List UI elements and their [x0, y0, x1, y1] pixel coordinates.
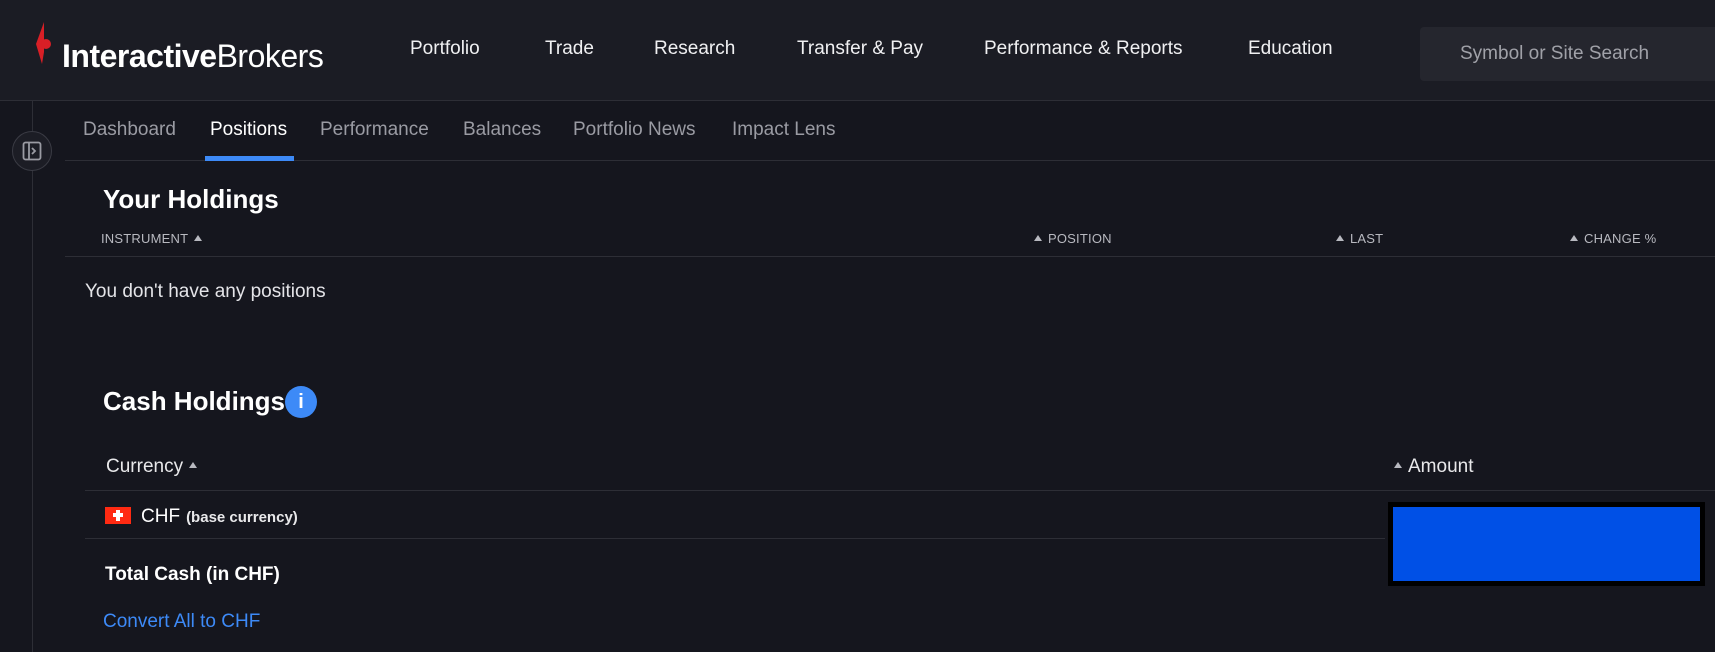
cash-row-divider — [85, 538, 1385, 539]
convert-all-link[interactable]: Convert All to CHF — [103, 611, 260, 633]
sort-asc-icon — [1570, 234, 1578, 241]
column-header-amount[interactable]: Amount — [1388, 456, 1473, 478]
nav-trade[interactable]: Trade — [545, 38, 594, 60]
brand-mark-icon — [36, 22, 51, 64]
column-header-position[interactable]: POSITION — [1028, 231, 1112, 246]
swiss-flag-icon — [105, 507, 131, 524]
last-label: LAST — [1350, 231, 1384, 246]
tab-positions[interactable]: Positions — [210, 119, 287, 141]
sort-asc-icon — [189, 461, 198, 468]
currency-label: Currency — [106, 456, 184, 477]
change-pct-label: CHANGE % — [1584, 231, 1657, 246]
cash-holdings-title: Cash Holdings — [103, 386, 286, 416]
amount-label: Amount — [1408, 456, 1474, 477]
top-navigation-bar: InteractiveBrokers Portfolio Trade Resea… — [0, 0, 1715, 101]
table-row: CHF (base currency) — [105, 505, 298, 528]
nav-performance-reports[interactable]: Performance & Reports — [984, 38, 1183, 60]
tab-balances[interactable]: Balances — [463, 119, 541, 141]
tab-impact-lens[interactable]: Impact Lens — [732, 119, 836, 141]
base-currency-note: (base currency) — [186, 509, 298, 526]
instrument-label: INSTRUMENT — [101, 231, 189, 246]
nav-education[interactable]: Education — [1248, 38, 1333, 60]
position-label: POSITION — [1048, 231, 1112, 246]
empty-positions-message: You don't have any positions — [85, 281, 326, 302]
portfolio-tabs: Dashboard Positions Performance Balances… — [65, 101, 1715, 161]
column-header-instrument[interactable]: INSTRUMENT — [101, 231, 208, 246]
total-cash-label: Total Cash (in CHF) — [105, 564, 280, 585]
tab-dashboard[interactable]: Dashboard — [83, 119, 176, 141]
site-search — [1420, 27, 1715, 81]
sort-asc-icon — [1336, 234, 1344, 241]
brand-wordmark: InteractiveBrokers — [62, 38, 324, 75]
brand-bold: Interactive — [62, 38, 217, 74]
panel-expand-icon — [22, 141, 42, 161]
nav-portfolio[interactable]: Portfolio — [410, 38, 480, 60]
info-icon[interactable]: i — [285, 386, 317, 418]
nav-transfer-pay[interactable]: Transfer & Pay — [797, 38, 923, 60]
left-rail-divider — [32, 101, 33, 652]
sort-asc-icon — [1394, 461, 1402, 468]
tab-performance[interactable]: Performance — [320, 119, 429, 141]
column-header-change-pct[interactable]: CHANGE % — [1564, 231, 1656, 246]
brand-light: Brokers — [216, 38, 324, 74]
nav-research[interactable]: Research — [654, 38, 735, 60]
sort-asc-icon — [194, 234, 203, 241]
sort-asc-icon — [1034, 234, 1042, 241]
column-header-last[interactable]: LAST — [1330, 231, 1383, 246]
tab-portfolio-news[interactable]: Portfolio News — [573, 119, 696, 141]
redacted-amount — [1388, 502, 1705, 586]
active-tab-indicator — [205, 156, 294, 161]
column-header-currency[interactable]: Currency — [106, 456, 203, 478]
search-input[interactable] — [1420, 27, 1715, 81]
currency-code: CHF — [141, 506, 181, 527]
holdings-header-divider — [65, 256, 1715, 257]
cash-header-divider — [85, 490, 1715, 491]
sidebar-expand-button[interactable] — [12, 131, 52, 171]
holdings-title: Your Holdings — [103, 184, 279, 214]
